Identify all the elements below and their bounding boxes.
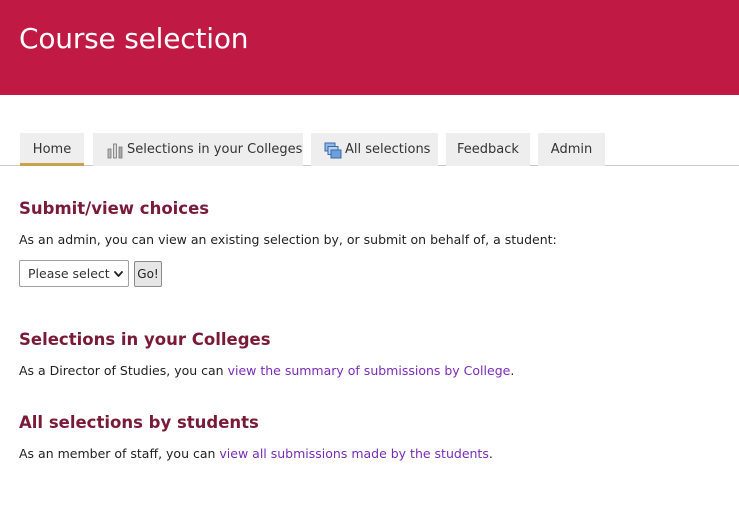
- stacked-windows-icon: [324, 142, 342, 159]
- all-selections-period: .: [488, 446, 493, 461]
- tab-admin[interactable]: Admin: [538, 133, 605, 166]
- tab-home-label: Home: [32, 142, 72, 157]
- selections-in-colleges-text: As a Director of Studies, you can: [19, 363, 228, 378]
- all-selections-text: As an member of staff, you can: [19, 446, 220, 461]
- selections-in-colleges-description: As a Director of Studies, you can view t…: [19, 363, 514, 379]
- app-title: Course selection: [19, 22, 249, 55]
- selections-in-colleges-period: .: [510, 363, 515, 378]
- college-summary-link[interactable]: view the summary of submissions by Colle…: [228, 363, 511, 378]
- student-select-value: Please select: [28, 266, 110, 281]
- student-select[interactable]: Please select: [19, 260, 129, 287]
- go-button[interactable]: Go!: [134, 261, 162, 287]
- tab-all-selections-label: All selections: [345, 142, 431, 157]
- tab-feedback[interactable]: Feedback: [446, 133, 530, 166]
- all-selections-description: As an member of staff, you can view all …: [19, 446, 493, 462]
- chevron-down-icon: [114, 271, 123, 277]
- selections-in-colleges-heading: Selections in your Colleges: [19, 330, 271, 349]
- all-submissions-link[interactable]: view all submissions made by the student…: [219, 446, 488, 461]
- tab-admin-label: Admin: [550, 142, 593, 157]
- submit-choices-description: As an admin, you can view an existing se…: [19, 232, 557, 247]
- bar-chart-icon: [107, 143, 123, 159]
- tab-home[interactable]: Home: [20, 133, 84, 166]
- tab-all-selections[interactable]: All selections: [311, 133, 438, 166]
- main-tabs: Home Selections in your Colleges All sel…: [0, 131, 739, 166]
- tab-selections-in-your-colleges[interactable]: Selections in your Colleges: [93, 133, 303, 166]
- app-header: Course selection: [0, 0, 739, 95]
- tab-selections-in-your-colleges-label: Selections in your Colleges: [127, 142, 303, 157]
- all-selections-heading: All selections by students: [19, 413, 259, 432]
- submit-choices-heading: Submit/view choices: [19, 199, 210, 218]
- tab-feedback-label: Feedback: [457, 142, 519, 157]
